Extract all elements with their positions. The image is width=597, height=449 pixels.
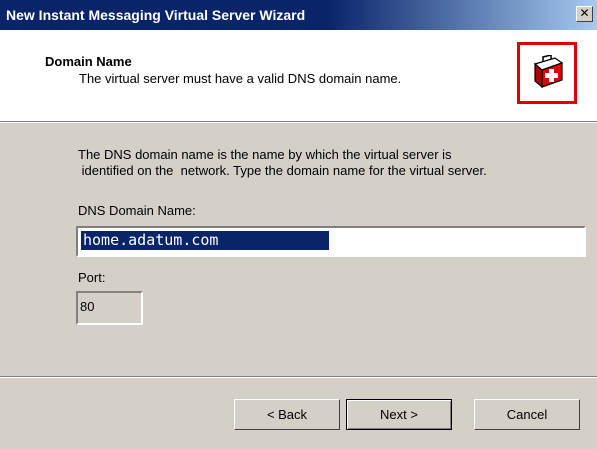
title-bar[interactable]: New Instant Messaging Virtual Server Wiz…	[0, 0, 597, 30]
header-divider	[0, 122, 597, 123]
back-button[interactable]: < Back	[234, 399, 340, 430]
first-aid-kit-graphic	[533, 55, 564, 89]
close-button[interactable]: ✕	[576, 6, 593, 22]
cancel-button[interactable]: Cancel	[474, 399, 580, 430]
close-icon: ✕	[579, 6, 590, 20]
page-title: Domain Name	[45, 54, 132, 69]
page-subtitle: The virtual server must have a valid DNS…	[79, 71, 402, 86]
domain-name-label: DNS Domain Name:	[78, 203, 196, 218]
domain-name-input[interactable]: home.adatum.com	[76, 226, 586, 257]
wizard-window: New Instant Messaging Virtual Server Wiz…	[0, 0, 597, 449]
description-line-2: identified on the network. Type the doma…	[78, 163, 487, 178]
domain-name-value: home.adatum.com	[81, 231, 329, 250]
description-text: The DNS domain name is the name by which…	[78, 147, 487, 179]
next-button[interactable]: Next >	[346, 399, 452, 430]
port-input[interactable]: 80	[76, 291, 143, 325]
first-aid-kit-icon	[517, 42, 577, 104]
port-value: 80	[80, 299, 95, 314]
port-label: Port:	[78, 270, 106, 285]
description-line-1: The DNS domain name is the name by which…	[78, 147, 452, 162]
window-title: New Instant Messaging Virtual Server Wiz…	[6, 7, 306, 23]
wizard-header: Domain Name The virtual server must have…	[0, 30, 597, 122]
footer-divider-highlight	[0, 377, 597, 378]
